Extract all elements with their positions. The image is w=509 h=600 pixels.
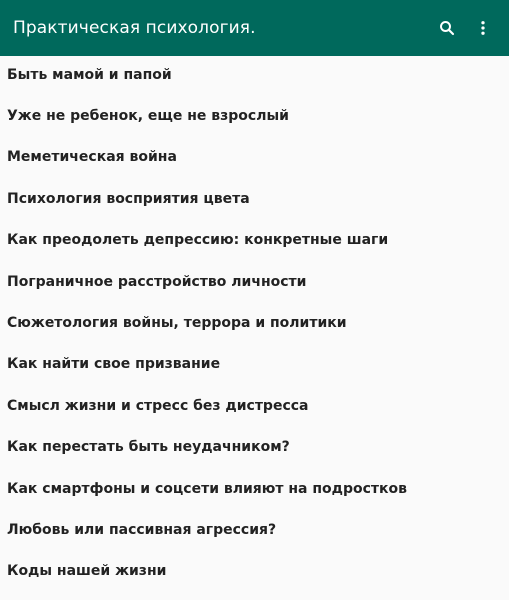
list-item-label: Как перестать быть неудачником? — [7, 439, 290, 456]
list-item[interactable]: Меметическая война — [0, 137, 509, 178]
app-window: Практическая психология. Быть мамой и па… — [0, 0, 509, 600]
list-item-label: Как найти свое призвание — [7, 356, 221, 373]
list-item-label: Психология восприятия цвета — [7, 190, 250, 207]
list-item[interactable]: Как найти свое призвание — [0, 344, 509, 385]
list-item[interactable]: Как перестать быть неудачником? — [0, 427, 509, 468]
list-item[interactable]: Психология восприятия цвета — [0, 178, 509, 219]
list-item-label: Сюжетология войны, террора и политики — [7, 315, 347, 332]
search-icon — [438, 19, 456, 37]
list-item[interactable]: Уже не ребенок, еще не взрослый — [0, 95, 509, 136]
list-item-label: Смысл жизни и стресс без дистресса — [7, 397, 309, 414]
list-item-label: Пограничное расстройство личности — [7, 273, 307, 290]
list-item-label: Как смартфоны и соцсети влияют на подрос… — [7, 480, 408, 497]
list-item-label: Как преодолеть депрессию: конкретные шаг… — [7, 232, 389, 249]
app-title: Практическая психология. — [13, 18, 256, 38]
more-vert-icon — [474, 19, 492, 37]
list-item-label: Коды нашей жизни — [7, 563, 167, 580]
list-item[interactable]: Любовь или пассивная агрессия? — [0, 509, 509, 550]
list-item-label: Уже не ребенок, еще не взрослый — [7, 108, 289, 125]
app-toolbar: Практическая психология. — [0, 0, 509, 56]
list-item-label: Меметическая война — [7, 149, 177, 166]
articles-list: Быть мамой и папой Уже не ребенок, еще н… — [0, 54, 509, 592]
more-options-button[interactable] — [465, 10, 501, 46]
list-item[interactable]: Быть мамой и папой — [0, 54, 509, 95]
list-item[interactable]: Как смартфоны и соцсети влияют на подрос… — [0, 468, 509, 509]
search-button[interactable] — [429, 10, 465, 46]
list-item[interactable]: Пограничное расстройство личности — [0, 261, 509, 302]
list-item[interactable]: Как преодолеть депрессию: конкретные шаг… — [0, 220, 509, 261]
list-item[interactable]: Коды нашей жизни — [0, 551, 509, 592]
list-item[interactable]: Смысл жизни и стресс без дистресса — [0, 385, 509, 426]
list-item-label: Быть мамой и папой — [7, 66, 172, 83]
list-item-label: Любовь или пассивная агрессия? — [7, 521, 277, 538]
list-item[interactable]: Сюжетология войны, террора и политики — [0, 302, 509, 343]
